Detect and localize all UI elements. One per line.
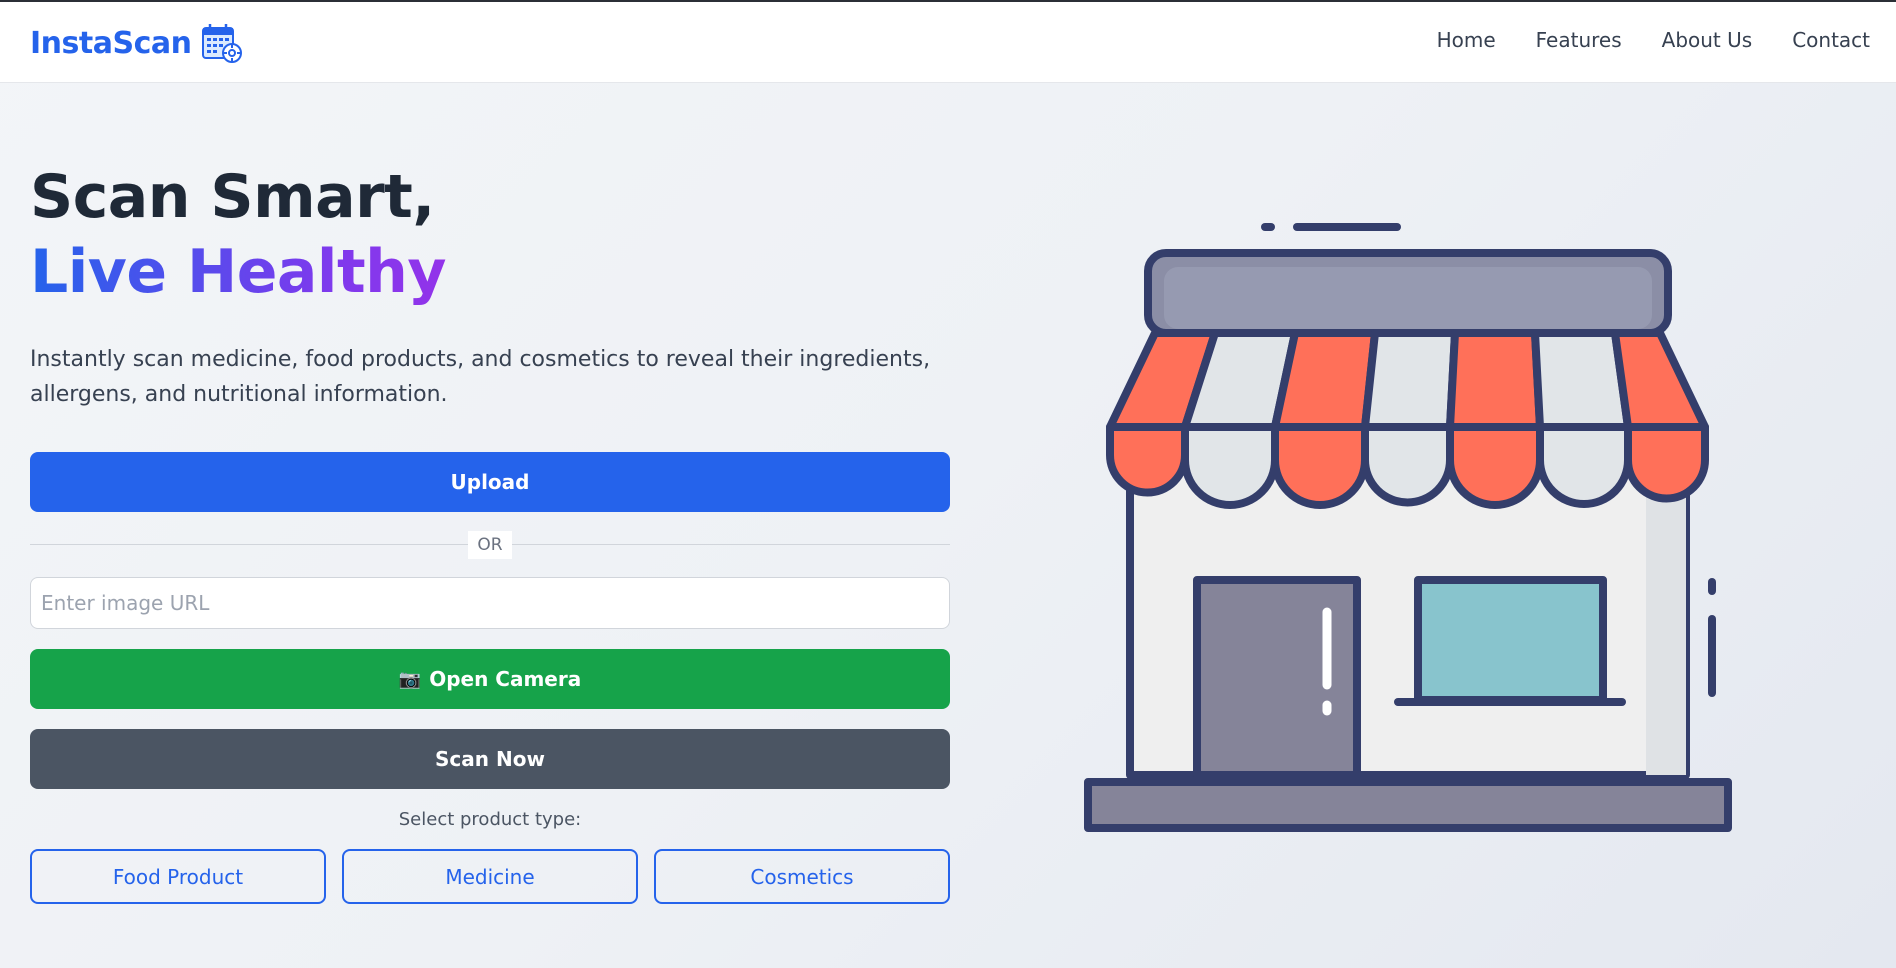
storefront-icon [1084,223,1732,832]
upload-button[interactable]: Upload [30,452,950,512]
or-divider: OR [30,531,950,559]
nav-about-us[interactable]: About Us [1662,28,1753,52]
cosmetics-button[interactable]: Cosmetics [654,849,950,904]
image-url-input[interactable] [30,577,950,629]
food-product-button[interactable]: Food Product [30,849,326,904]
product-type-options: Food Product Medicine Cosmetics [30,849,950,904]
calendar-gear-icon [202,24,243,63]
hero-title: Scan Smart, Live Healthy [30,160,446,310]
hero-description: Instantly scan medicine, food products, … [30,347,931,407]
scan-now-label: Scan Now [435,747,545,771]
main-nav: Home Features About Us Contact [1437,28,1870,52]
open-camera-button[interactable]: 📷 Open Camera [30,649,950,709]
brand-name[interactable]: InstaScan [30,26,192,61]
medicine-button[interactable]: Medicine [342,849,638,904]
nav-contact[interactable]: Contact [1792,28,1870,52]
brand[interactable]: InstaScan [30,22,243,64]
nav-features[interactable]: Features [1536,28,1622,52]
scan-now-button[interactable]: Scan Now [30,729,950,789]
upload-button-label: Upload [450,470,530,494]
hero-title-line1: Scan Smart, [30,162,435,232]
site-header: InstaScan Home Features About Us Contact [0,2,1896,83]
product-type-label: Select product type: [398,809,582,830]
nav-home[interactable]: Home [1437,28,1496,52]
hero-title-line2: Live Healthy [30,235,446,310]
camera-icon: 📷 [398,668,422,690]
or-label: OR [468,531,512,559]
open-camera-label: Open Camera [429,667,582,691]
